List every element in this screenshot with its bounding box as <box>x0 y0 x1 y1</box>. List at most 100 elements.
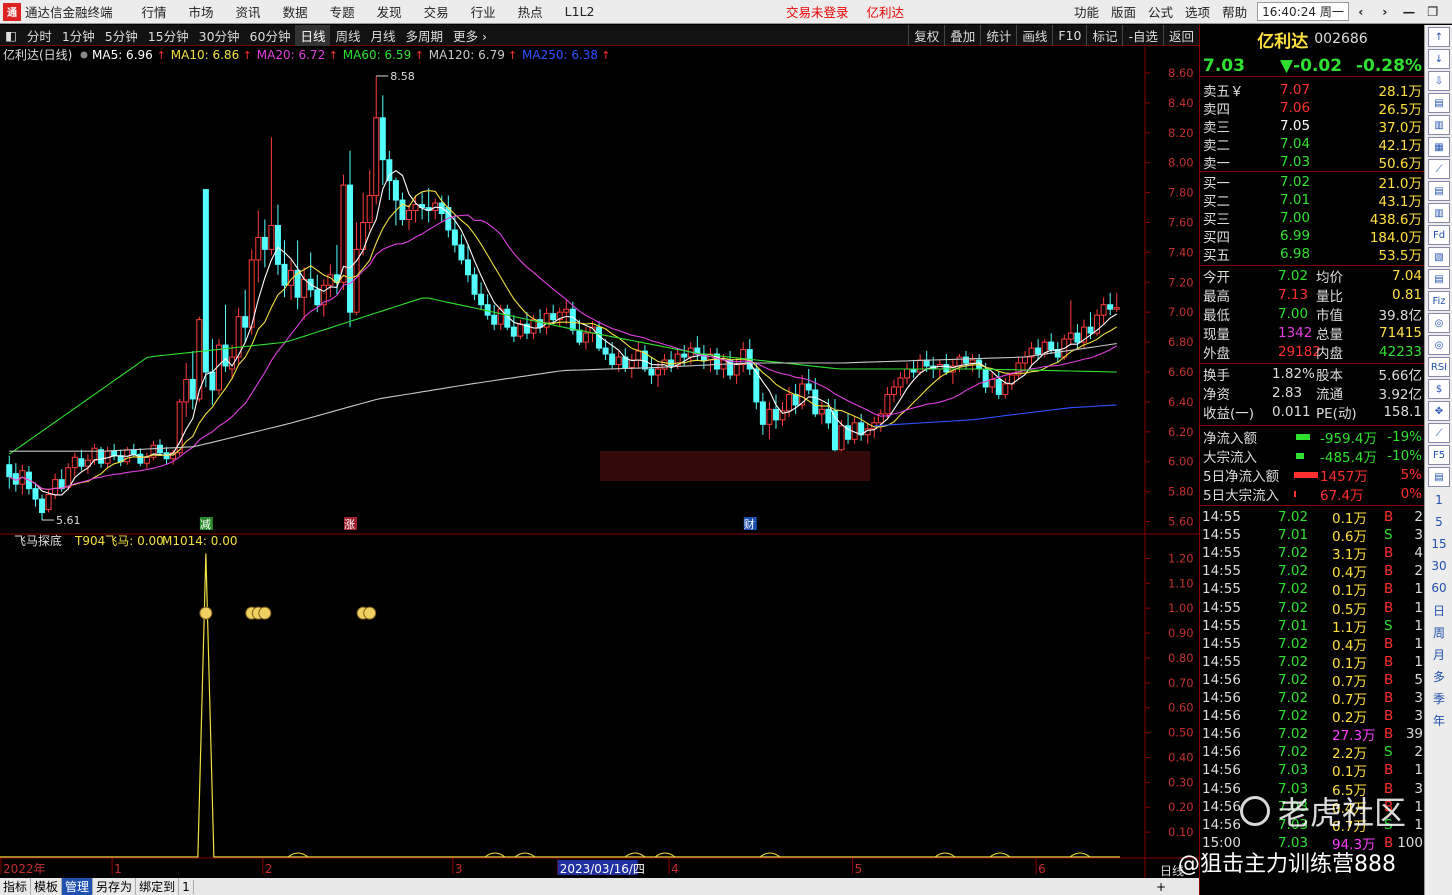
draw-button[interactable]: 画线 <box>1016 25 1052 46</box>
period-tick[interactable]: 分时 <box>22 25 57 46</box>
menu-hot[interactable]: 热点 <box>507 2 554 21</box>
tool-icon[interactable]: RSI <box>1428 357 1450 377</box>
tick-volume: 0.1万 <box>1332 583 1367 600</box>
panel-toggle-icon[interactable]: ◧ <box>0 25 22 46</box>
menu-news[interactable]: 资讯 <box>225 2 272 21</box>
quote-header: 亿利达 002686 <box>1200 27 1425 52</box>
period-shortcut[interactable]: 季 <box>1425 687 1452 709</box>
tool-icon[interactable]: ◎ <box>1428 313 1450 333</box>
period-shortcut[interactable]: 30 <box>1425 555 1452 577</box>
period-shortcut[interactable]: 月 <box>1425 643 1452 665</box>
period-weekly[interactable]: 周线 <box>330 25 365 46</box>
tool-icon[interactable]: ⇩ <box>1428 71 1450 91</box>
bid-price: 7.02 <box>1280 174 1311 190</box>
period-60min[interactable]: 60分钟 <box>245 25 296 46</box>
period-shortcut[interactable]: 年 <box>1425 709 1452 731</box>
mark-button[interactable]: 标记 <box>1086 25 1122 46</box>
period-shortcut[interactable]: 周 <box>1425 621 1452 643</box>
period-shortcut[interactable]: 60 <box>1425 577 1452 599</box>
period-shortcut[interactable]: 日 <box>1425 599 1452 621</box>
tool-icon[interactable]: ▤ <box>1428 93 1450 113</box>
restore-icon[interactable]: ❐ <box>1421 4 1445 19</box>
tab-bind-to[interactable]: 绑定到 <box>136 878 180 895</box>
period-more[interactable]: 更多 › <box>448 25 492 46</box>
kline-chart[interactable]: 8.58 5.61 减 涨 财 8.60 8.40 8.20 8.00 7.80 7.60 7.40… <box>0 47 1199 878</box>
tool-icon[interactable]: $ <box>1428 379 1450 399</box>
menu-discover[interactable]: 发现 <box>366 2 413 21</box>
tool-icon[interactable]: ▤ <box>1428 181 1450 201</box>
tab-one[interactable]: 1 <box>179 879 194 894</box>
tick-price: 7.02 <box>1278 671 1309 688</box>
f10-button[interactable]: F10 <box>1052 25 1086 46</box>
menu-topics[interactable]: 专题 <box>319 2 366 21</box>
tool-icon[interactable]: ↑ <box>1428 27 1450 47</box>
tool-icon[interactable]: ⟋ <box>1428 423 1450 443</box>
tool-icon[interactable]: F5 <box>1428 445 1450 465</box>
tool-icon[interactable]: ▤ <box>1428 269 1450 289</box>
period-shortcut[interactable]: 5 <box>1425 511 1452 533</box>
menu-market[interactable]: 行情 <box>131 2 178 21</box>
return-button[interactable]: 返回 <box>1162 25 1199 46</box>
tab-save-as[interactable]: 另存为 <box>93 878 137 895</box>
back-icon[interactable]: ‹ <box>1349 4 1373 19</box>
tool-icon[interactable]: ◎ <box>1428 335 1450 355</box>
forward-icon[interactable]: › <box>1373 4 1397 19</box>
menu-layout[interactable]: 版面 <box>1105 2 1142 21</box>
stat2-label-2: 流通 <box>1316 387 1343 403</box>
tab-manage[interactable]: 管理 <box>62 878 94 895</box>
tool-icon[interactable]: ▥ <box>1428 115 1450 135</box>
tool-icon[interactable]: ▥ <box>1428 203 1450 223</box>
tool-icon[interactable]: ↓ <box>1428 49 1450 69</box>
candle <box>268 224 275 250</box>
tick-price: 7.02 <box>1278 708 1309 725</box>
period-shortcut[interactable]: 1 <box>1425 489 1452 511</box>
tool-icon[interactable]: ▤ <box>1428 467 1450 487</box>
candle <box>65 467 72 488</box>
period-shortcut[interactable]: 多 <box>1425 665 1452 687</box>
overlay-button[interactable]: 叠加 <box>944 25 980 46</box>
tool-icon[interactable]: ⟋ <box>1428 159 1450 179</box>
candle <box>772 408 779 421</box>
watchlist-remove-button[interactable]: -自选 <box>1122 25 1163 46</box>
flow-bar <box>1296 434 1310 440</box>
trade-login-status[interactable]: 交易未登录 <box>786 2 849 21</box>
ask-row: 卖三 7.05 37.0万 <box>1200 117 1425 136</box>
tick-row: 14:55 7.02 0.4万 B 2 <box>1200 562 1425 581</box>
candle <box>609 353 616 366</box>
period-1min[interactable]: 1分钟 <box>57 25 100 46</box>
menu-function[interactable]: 功能 <box>1068 2 1105 21</box>
menu-options[interactable]: 选项 <box>1179 2 1216 21</box>
menu-trade[interactable]: 交易 <box>413 2 460 21</box>
menu-l1l2[interactable]: L1L2 <box>554 4 606 19</box>
zoom-in-button[interactable]: + <box>1156 880 1166 894</box>
candle <box>281 263 288 286</box>
candle <box>923 359 930 367</box>
tool-icon[interactable]: ▧ <box>1428 247 1450 267</box>
candle <box>1067 332 1074 340</box>
period-monthly[interactable]: 月线 <box>365 25 400 46</box>
period-shortcut[interactable]: 15 <box>1425 533 1452 555</box>
period-multi[interactable]: 多周期 <box>401 25 449 46</box>
minimize-icon[interactable]: — <box>1397 4 1421 19</box>
menu-help[interactable]: 帮助 <box>1216 2 1253 21</box>
period-5min[interactable]: 5分钟 <box>100 25 143 46</box>
stats-button[interactable]: 统计 <box>980 25 1016 46</box>
tab-template[interactable]: 模板 <box>31 878 63 895</box>
tool-icon[interactable]: Fiz <box>1428 291 1450 311</box>
menu-data[interactable]: 数据 <box>272 2 319 21</box>
tick-count: 3 <box>1414 780 1423 797</box>
menu-markets[interactable]: 市场 <box>178 2 225 21</box>
period-30min[interactable]: 30分钟 <box>194 25 245 46</box>
stat2-label-2: PE(动) <box>1316 406 1357 422</box>
close-icon[interactable]: ✕ <box>1445 4 1452 19</box>
period-15min[interactable]: 15分钟 <box>143 25 194 46</box>
tool-icon[interactable]: Fd <box>1428 225 1450 245</box>
period-daily[interactable]: 日线 <box>295 24 331 46</box>
menu-formula[interactable]: 公式 <box>1142 2 1179 21</box>
tool-icon[interactable]: ✥ <box>1428 401 1450 421</box>
tool-icon[interactable]: ▦ <box>1428 137 1450 157</box>
candle <box>733 364 740 376</box>
tab-indicator[interactable]: 指标 <box>0 878 32 895</box>
adjust-button[interactable]: 复权 <box>908 25 944 46</box>
menu-industry[interactable]: 行业 <box>460 2 507 21</box>
